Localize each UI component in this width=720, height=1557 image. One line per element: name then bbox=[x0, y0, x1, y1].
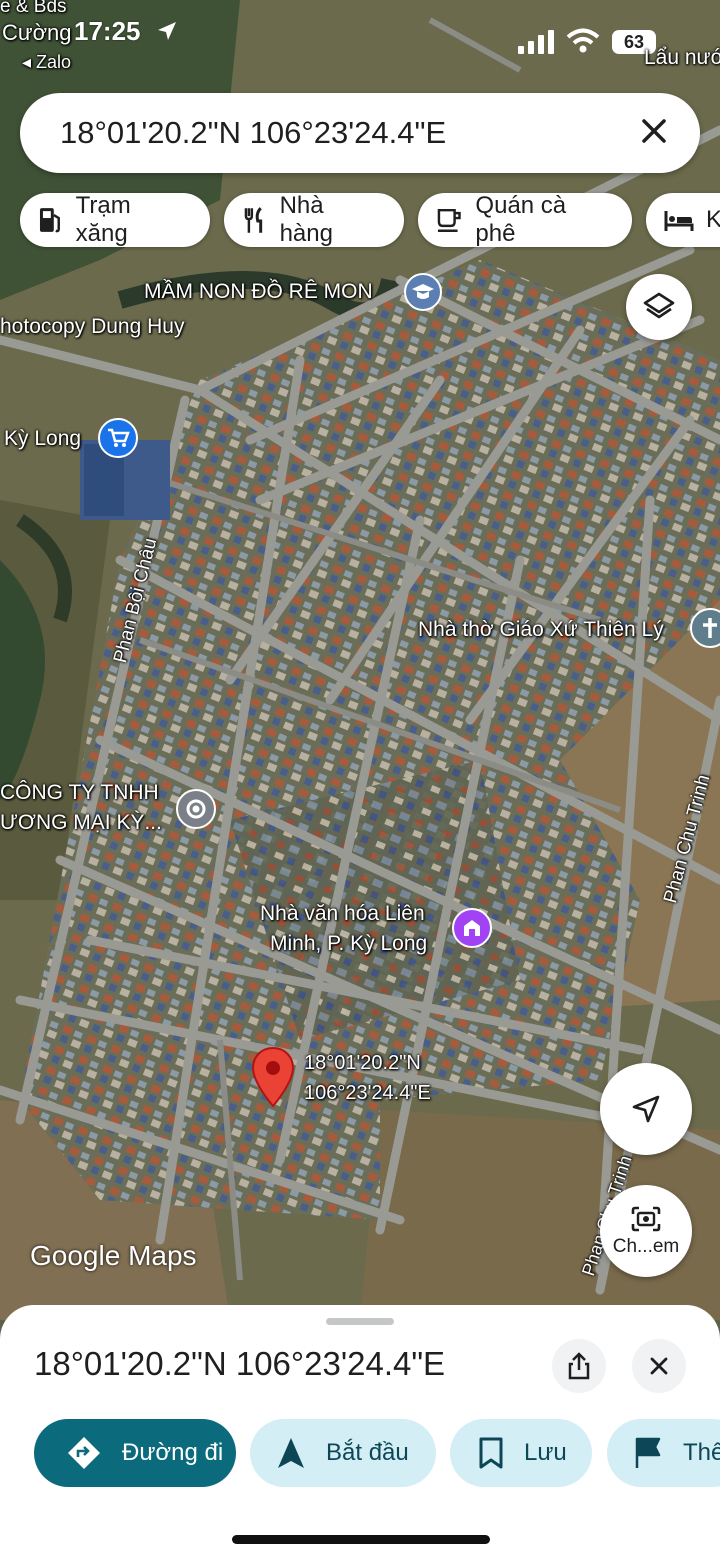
wifi-icon bbox=[566, 28, 600, 53]
drag-handle[interactable] bbox=[326, 1318, 394, 1325]
google-maps-watermark: Google Maps bbox=[30, 1240, 197, 1271]
camera-label: Ch...em bbox=[612, 1236, 680, 1257]
layers-button[interactable] bbox=[626, 274, 692, 340]
navigation-arrow-icon bbox=[632, 1095, 660, 1123]
search-bar[interactable]: 18°01'20.2"N 106°23'24.4"E bbox=[20, 93, 700, 173]
label-button[interactable]: Thê bbox=[607, 1419, 720, 1487]
map-label-church[interactable]: Nhà thờ Giáo Xứ Thiên Lý bbox=[418, 618, 664, 642]
chip-label: Quán cà phê bbox=[475, 192, 567, 247]
church-icon[interactable] bbox=[690, 608, 720, 648]
directions-icon bbox=[68, 1437, 100, 1469]
school-icon[interactable] bbox=[404, 273, 442, 311]
share-icon bbox=[568, 1352, 590, 1380]
camera-icon bbox=[631, 1206, 661, 1232]
start-label: Bắt đầu bbox=[326, 1439, 409, 1466]
layers-icon bbox=[643, 292, 675, 319]
restaurant-icon bbox=[244, 207, 263, 233]
label-label: Thê bbox=[683, 1439, 720, 1466]
navigation-arrow-icon bbox=[278, 1438, 304, 1468]
hotel-icon bbox=[664, 211, 694, 231]
corner-label-2: Cường bbox=[2, 20, 72, 45]
map-label-company-line2[interactable]: ƯƠNG MẠI KỲ... bbox=[0, 811, 162, 835]
bookmark-icon bbox=[479, 1437, 503, 1469]
my-location-button[interactable] bbox=[600, 1063, 692, 1155]
gas-station-icon bbox=[39, 208, 60, 233]
battery-level: 63 bbox=[623, 32, 645, 52]
close-icon[interactable] bbox=[636, 113, 672, 149]
map-label-photocopy[interactable]: hotocopy Dung Huy bbox=[0, 315, 184, 339]
place-title: 18°01'20.2"N 106°23'24.4"E bbox=[34, 1345, 446, 1382]
location-arrow-icon bbox=[158, 22, 176, 40]
chip-label: Kh bbox=[706, 206, 720, 233]
map-label-store[interactable]: Kỳ Long bbox=[4, 427, 81, 451]
shopping-cart-icon[interactable] bbox=[98, 418, 138, 458]
save-label: Lưu bbox=[524, 1439, 567, 1466]
chip-restaurant[interactable]: Nhà hàng bbox=[224, 192, 404, 247]
culture-house-icon[interactable] bbox=[452, 908, 492, 948]
share-button[interactable] bbox=[552, 1339, 606, 1393]
directions-button[interactable]: Đường đi bbox=[34, 1419, 236, 1487]
pin-label-line1: 18°01'20.2"N bbox=[304, 1052, 421, 1074]
back-to-app[interactable]: ◂ Zalo bbox=[22, 52, 71, 73]
map-label-culture-house-line1[interactable]: Nhà văn hóa Liên bbox=[260, 902, 425, 926]
camera-search-button[interactable]: Ch...em bbox=[600, 1185, 692, 1277]
signal-icon bbox=[518, 30, 554, 54]
flag-icon bbox=[635, 1437, 661, 1468]
corner-label-1: e & Bds bbox=[0, 0, 67, 17]
map-view[interactable]: e & Bds Cường 17:25 ◂ Zalo 63 Lẩu nướ 18… bbox=[0, 0, 720, 1320]
home-indicator[interactable] bbox=[232, 1535, 490, 1544]
directions-label: Đường đi bbox=[122, 1439, 224, 1466]
place-marker-icon[interactable] bbox=[176, 789, 216, 829]
chip-gas-station[interactable]: Trạm xăng bbox=[20, 192, 210, 247]
save-button[interactable]: Lưu bbox=[450, 1419, 592, 1487]
location-pin-icon[interactable] bbox=[250, 1046, 296, 1108]
map-label-top-right: Lẩu nướ bbox=[644, 46, 720, 69]
map-label-culture-house-line2[interactable]: Minh, P. Kỳ Long bbox=[270, 932, 427, 956]
close-sheet-button[interactable] bbox=[632, 1339, 686, 1393]
map-label-company-line1[interactable]: CÔNG TY TNHH bbox=[0, 781, 159, 805]
chip-hotel[interactable]: Kh bbox=[646, 193, 720, 247]
coffee-icon bbox=[437, 208, 461, 232]
search-query[interactable]: 18°01'20.2"N 106°23'24.4"E bbox=[60, 115, 446, 151]
close-icon bbox=[650, 1357, 668, 1375]
pin-label-line2: 106°23'24.4"E bbox=[304, 1082, 431, 1104]
map-label-kindergarten[interactable]: MẦM NON ĐỒ RÊ MON bbox=[144, 280, 373, 304]
chip-label: Trạm xăng bbox=[75, 192, 131, 247]
chip-label: Nhà hàng bbox=[279, 192, 333, 247]
chip-coffee[interactable]: Quán cà phê bbox=[418, 192, 632, 247]
status-time: 17:25 bbox=[74, 16, 141, 46]
start-button[interactable]: Bắt đầu bbox=[250, 1419, 436, 1487]
place-sheet[interactable]: 18°01'20.2"N 106°23'24.4"E Đường đi Bắt … bbox=[0, 1305, 720, 1557]
